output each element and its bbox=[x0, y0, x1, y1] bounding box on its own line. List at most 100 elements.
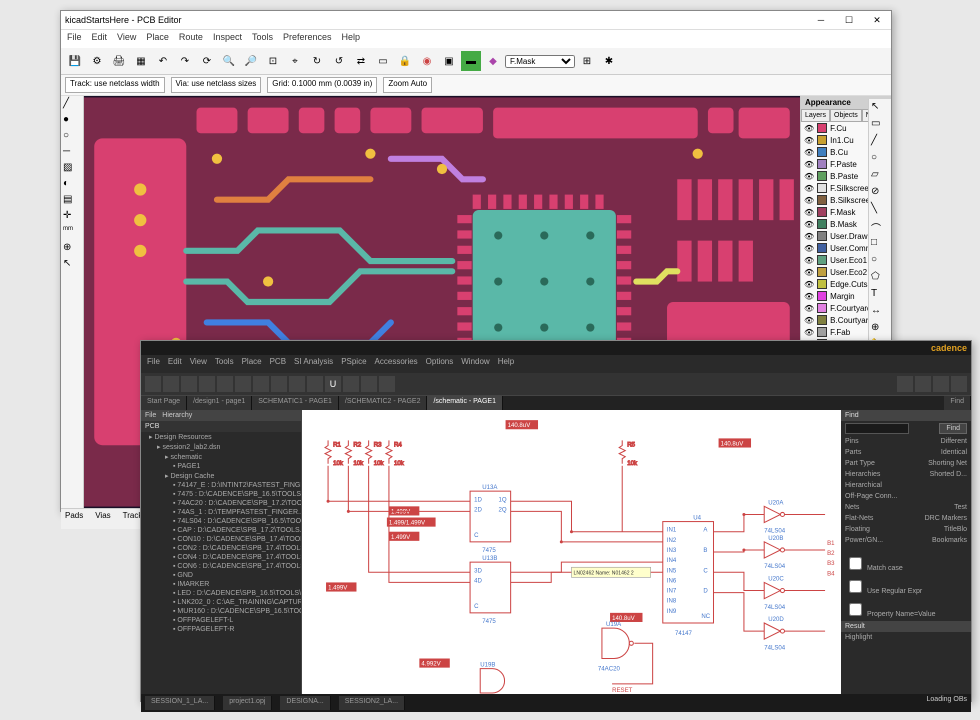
layer-alpha-icon[interactable]: ▤ bbox=[63, 194, 77, 208]
sch-menu-pspice[interactable]: PSpice bbox=[341, 357, 366, 371]
cursor-icon[interactable]: ↖ bbox=[63, 258, 77, 272]
visibility-icon[interactable]: 👁 bbox=[804, 196, 814, 205]
sch-redo-icon[interactable] bbox=[289, 376, 305, 392]
regex-check[interactable]: Use Regular Expr bbox=[845, 577, 922, 596]
find-parttype[interactable]: Part Type bbox=[845, 460, 875, 467]
find-button[interactable]: Find bbox=[939, 423, 967, 434]
sch-wire-icon[interactable] bbox=[361, 376, 377, 392]
zoom-selection-icon[interactable]: ⌖ bbox=[285, 51, 305, 71]
sch-copy-icon[interactable] bbox=[235, 376, 251, 392]
status-tab-1[interactable]: project1.opj bbox=[223, 696, 272, 710]
tree-item[interactable]: ▪ 74AC20 : D:\CADENCE\SPB_17.2\TOO... bbox=[141, 499, 301, 508]
sch-marker-icon[interactable] bbox=[933, 376, 949, 392]
units-mm-icon[interactable]: mm bbox=[63, 226, 77, 240]
zone-fill-icon[interactable]: ▨ bbox=[63, 162, 77, 176]
plot-icon[interactable]: ▦ bbox=[131, 51, 151, 71]
schematic-canvas[interactable]: R110k R210k R310k R410k R510k 140.8uV 14… bbox=[302, 410, 841, 694]
sch-menu-acc[interactable]: Accessories bbox=[375, 357, 418, 371]
tree-item[interactable]: ▪ CON10 : D:\CADENCE\SPB_17.4\TOOL... bbox=[141, 535, 301, 544]
sch-part-icon[interactable] bbox=[343, 376, 359, 392]
sch-menu-win[interactable]: Window bbox=[461, 357, 489, 371]
sch-save-icon[interactable] bbox=[181, 376, 197, 392]
tree-item[interactable]: ▪ PAGE1 bbox=[141, 462, 301, 471]
zoom-in-icon[interactable]: 🔍 bbox=[219, 51, 239, 71]
sch-cut-icon[interactable] bbox=[217, 376, 233, 392]
tree-item[interactable]: ▪ GND bbox=[141, 571, 301, 580]
visibility-icon[interactable]: 👁 bbox=[804, 172, 814, 181]
polar-icon[interactable]: ⊕ bbox=[63, 242, 77, 256]
maximize-button[interactable]: ☐ bbox=[839, 13, 859, 27]
settings-icon[interactable]: ⚙ bbox=[87, 51, 107, 71]
tree-item[interactable]: ▸ Design Resources bbox=[141, 432, 301, 442]
sch-menu-opt[interactable]: Options bbox=[426, 357, 454, 371]
tree-item[interactable]: ▸ session2_lab2.dsn bbox=[141, 442, 301, 452]
sch-run-icon[interactable] bbox=[951, 376, 967, 392]
minimize-button[interactable]: ─ bbox=[811, 13, 831, 27]
visibility-icon[interactable]: 👁 bbox=[804, 220, 814, 229]
tree-item[interactable]: ▪ CON4 : D:\CADENCE\SPB_17.4\TOOLS... bbox=[141, 553, 301, 562]
menu-preferences[interactable]: Preferences bbox=[283, 32, 332, 46]
tree-item[interactable]: ▪ 7475 : D:\CADENCE\SPB_16.5\TOOLS... bbox=[141, 490, 301, 499]
undo-icon[interactable]: ↶ bbox=[153, 51, 173, 71]
refresh-icon[interactable]: ⟳ bbox=[197, 51, 217, 71]
menu-place[interactable]: Place bbox=[146, 32, 169, 46]
tab-objects[interactable]: Objects bbox=[830, 109, 862, 122]
visibility-icon[interactable]: 👁 bbox=[804, 184, 814, 193]
sch-menu-place[interactable]: Place bbox=[242, 357, 262, 371]
prop-check[interactable]: Property Name=Value bbox=[845, 600, 936, 619]
highlight-label[interactable]: Highlight bbox=[845, 634, 872, 641]
redo-icon[interactable]: ↷ bbox=[175, 51, 195, 71]
ratsnest-icon[interactable]: ✱ bbox=[599, 51, 619, 71]
rotate-ccw-icon[interactable]: ↺ bbox=[329, 51, 349, 71]
menu-file[interactable]: File bbox=[67, 32, 82, 46]
text-icon[interactable]: T bbox=[871, 288, 885, 302]
grid-select[interactable]: Grid: 0.1000 mm (0.0039 in) bbox=[267, 77, 377, 93]
show-ratsnest-icon[interactable]: ╱ bbox=[63, 98, 77, 112]
find-input[interactable] bbox=[845, 423, 909, 434]
track-fill-icon[interactable]: ─ bbox=[63, 146, 77, 160]
visibility-icon[interactable]: 👁 bbox=[804, 304, 814, 313]
find-tab[interactable]: Find bbox=[944, 396, 971, 410]
tab-design1[interactable]: /design1 - page1 bbox=[187, 396, 252, 410]
sch-new-icon[interactable] bbox=[145, 376, 161, 392]
find-power[interactable]: Power/GN... bbox=[845, 537, 883, 544]
sch-zoom-icon[interactable] bbox=[307, 376, 323, 392]
status-tab-2[interactable]: DESIGNA... bbox=[280, 696, 330, 710]
tree-item[interactable]: ▪ OFFPAGELEFT-L bbox=[141, 616, 301, 625]
tree-item[interactable]: ▪ CON6 : D:\CADENCE\SPB_17.4\TOOLS... bbox=[141, 562, 301, 571]
tree-tab-hierarchy[interactable]: Hierarchy bbox=[162, 412, 192, 419]
flip-icon[interactable]: ⇄ bbox=[351, 51, 371, 71]
3d-icon[interactable]: ▣ bbox=[439, 51, 459, 71]
sch-net-icon[interactable] bbox=[379, 376, 395, 392]
sch-open-icon[interactable] bbox=[163, 376, 179, 392]
via-icon[interactable]: ○ bbox=[871, 152, 885, 166]
visibility-icon[interactable]: 👁 bbox=[804, 328, 814, 337]
grid-icon[interactable]: ⊞ bbox=[577, 51, 597, 71]
via-fill-icon[interactable]: ○ bbox=[63, 130, 77, 144]
menu-help[interactable]: Help bbox=[342, 32, 361, 46]
visibility-icon[interactable]: 👁 bbox=[804, 292, 814, 301]
tree-item[interactable]: ▪ LED : D:\CADENCE\SPB_16.5\TOOLS\C... bbox=[141, 589, 301, 598]
zone-icon[interactable]: ▱ bbox=[871, 169, 885, 183]
drc-icon[interactable]: ◉ bbox=[417, 51, 437, 71]
sch-u-icon[interactable]: U bbox=[325, 376, 341, 392]
arc-icon[interactable]: ⌒ bbox=[871, 220, 885, 234]
sch-undo-icon[interactable] bbox=[271, 376, 287, 392]
find-flat[interactable]: Flat-Nets bbox=[845, 515, 873, 522]
find-nets[interactable]: Nets bbox=[845, 504, 859, 511]
tree-item[interactable]: ▪ CON2 : D:\CADENCE\SPB_17.4\TOOLS... bbox=[141, 544, 301, 553]
origin-icon[interactable]: ⊕ bbox=[871, 322, 885, 336]
status-tab-0[interactable]: SESSION_1_LA... bbox=[145, 696, 215, 710]
sch-menu-tools[interactable]: Tools bbox=[215, 357, 234, 371]
visibility-icon[interactable]: 👁 bbox=[804, 148, 814, 157]
sch-menu-edit[interactable]: Edit bbox=[168, 357, 182, 371]
sch-menu-file[interactable]: File bbox=[147, 357, 160, 371]
keepout-icon[interactable]: ⊘ bbox=[871, 186, 885, 200]
menu-edit[interactable]: Edit bbox=[92, 32, 108, 46]
dimension-icon[interactable]: ↔ bbox=[871, 305, 885, 319]
circle-icon[interactable]: ○ bbox=[871, 254, 885, 268]
tree-item[interactable]: ▪ MUR160 : D:\CADENCE\SPB_16.5\TOO... bbox=[141, 607, 301, 616]
high-contrast-icon[interactable]: ◐ bbox=[63, 178, 77, 192]
visibility-icon[interactable]: 👁 bbox=[804, 160, 814, 169]
visibility-icon[interactable]: 👁 bbox=[804, 208, 814, 217]
